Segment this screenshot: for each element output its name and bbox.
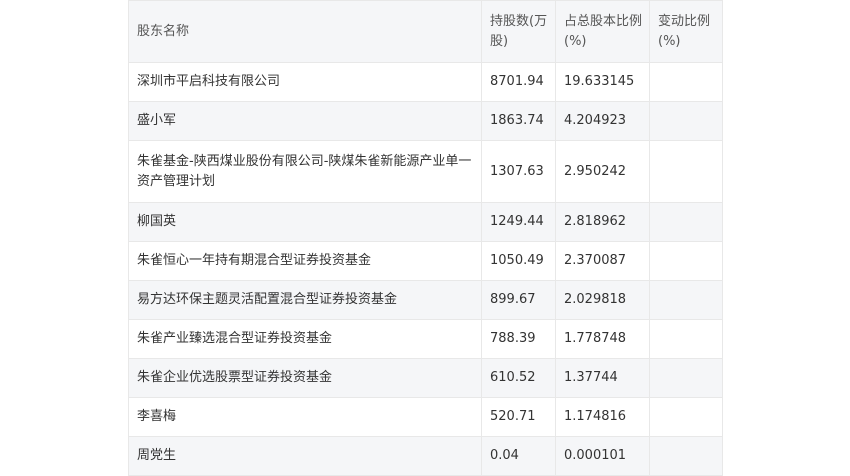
cell-ratio: 2.818962 (555, 202, 650, 242)
cell-name: 李喜梅 (128, 397, 482, 437)
cell-shares: 899.67 (481, 280, 556, 320)
cell-change (649, 436, 723, 476)
cell-ratio: 4.204923 (555, 101, 650, 141)
table-row: 李喜梅 520.71 1.174816 (128, 397, 723, 437)
cell-change (649, 101, 723, 141)
cell-ratio: 1.37744 (555, 358, 650, 398)
cell-ratio: 2.950242 (555, 140, 650, 203)
table-row: 柳国英 1249.44 2.818962 (128, 202, 723, 242)
cell-ratio: 0.000101 (555, 436, 650, 476)
cell-name: 易方达环保主题灵活配置混合型证券投资基金 (128, 280, 482, 320)
shareholder-table-container: 股东名称 持股数(万股) 占总股本比例(%) 变动比例(%) 深圳市平启科技有限… (128, 0, 723, 476)
cell-change (649, 241, 723, 281)
cell-name: 周党生 (128, 436, 482, 476)
table-header-row: 股东名称 持股数(万股) 占总股本比例(%) 变动比例(%) (128, 0, 723, 63)
cell-change (649, 397, 723, 437)
table-row: 朱雀恒心一年持有期混合型证券投资基金 1050.49 2.370087 (128, 241, 723, 281)
cell-name: 朱雀基金-陕西煤业股份有限公司-陕煤朱雀新能源产业单一资产管理计划 (128, 140, 482, 203)
cell-name: 朱雀企业优选股票型证券投资基金 (128, 358, 482, 398)
cell-ratio: 2.370087 (555, 241, 650, 281)
cell-shares: 1050.49 (481, 241, 556, 281)
cell-name: 柳国英 (128, 202, 482, 242)
header-shareholder-name: 股东名称 (128, 0, 482, 63)
cell-shares: 1863.74 (481, 101, 556, 141)
cell-change (649, 358, 723, 398)
cell-change (649, 280, 723, 320)
table-row: 朱雀基金-陕西煤业股份有限公司-陕煤朱雀新能源产业单一资产管理计划 1307.6… (128, 140, 723, 203)
cell-shares: 1249.44 (481, 202, 556, 242)
cell-name: 朱雀恒心一年持有期混合型证券投资基金 (128, 241, 482, 281)
cell-change (649, 62, 723, 102)
header-shares: 持股数(万股) (481, 0, 556, 63)
header-change: 变动比例(%) (649, 0, 723, 63)
table-row: 盛小军 1863.74 4.204923 (128, 101, 723, 141)
cell-name: 朱雀产业臻选混合型证券投资基金 (128, 319, 482, 359)
cell-name: 深圳市平启科技有限公司 (128, 62, 482, 102)
table-row: 朱雀产业臻选混合型证券投资基金 788.39 1.778748 (128, 319, 723, 359)
cell-change (649, 202, 723, 242)
table-row: 易方达环保主题灵活配置混合型证券投资基金 899.67 2.029818 (128, 280, 723, 320)
table-row: 朱雀企业优选股票型证券投资基金 610.52 1.37744 (128, 358, 723, 398)
cell-name: 盛小军 (128, 101, 482, 141)
table-row: 深圳市平启科技有限公司 8701.94 19.633145 (128, 62, 723, 102)
cell-change (649, 140, 723, 203)
cell-shares: 1307.63 (481, 140, 556, 203)
cell-ratio: 1.778748 (555, 319, 650, 359)
table-row: 周党生 0.04 0.000101 (128, 436, 723, 476)
cell-ratio: 1.174816 (555, 397, 650, 437)
cell-change (649, 319, 723, 359)
cell-shares: 8701.94 (481, 62, 556, 102)
cell-shares: 788.39 (481, 319, 556, 359)
cell-shares: 520.71 (481, 397, 556, 437)
cell-shares: 0.04 (481, 436, 556, 476)
shareholder-table: 股东名称 持股数(万股) 占总股本比例(%) 变动比例(%) 深圳市平启科技有限… (128, 0, 723, 476)
header-ratio: 占总股本比例(%) (555, 0, 650, 63)
cell-ratio: 2.029818 (555, 280, 650, 320)
cell-ratio: 19.633145 (555, 62, 650, 102)
cell-shares: 610.52 (481, 358, 556, 398)
